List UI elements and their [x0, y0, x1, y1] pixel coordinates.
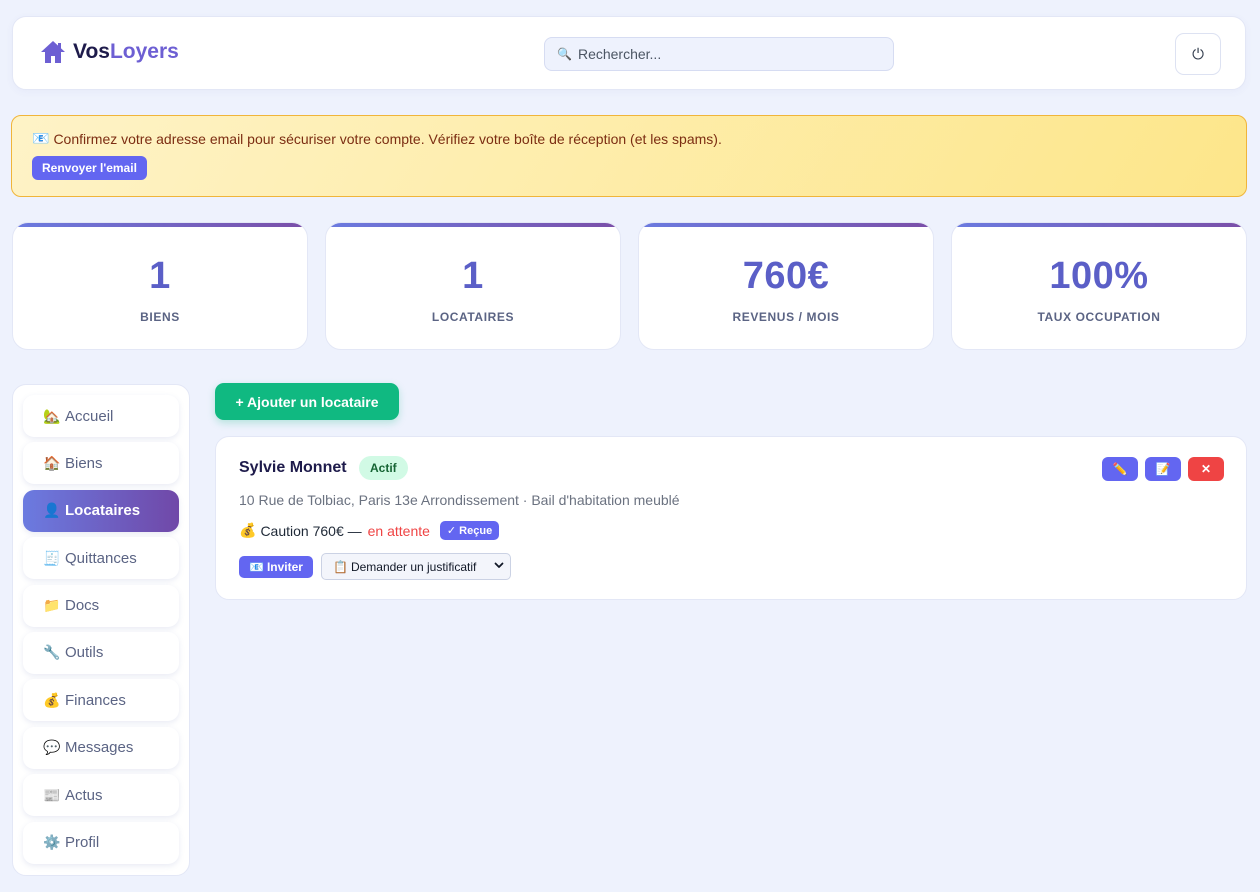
- invite-label: Inviter: [266, 560, 303, 574]
- receipt-icon: 🧾: [43, 549, 61, 566]
- pencil-icon: ✏️: [1112, 462, 1128, 476]
- folder-icon: 📁: [43, 597, 61, 614]
- sidebar-item-label: Quittances: [65, 549, 137, 567]
- gear-icon: ⚙️: [43, 834, 61, 851]
- stat-label: TAUX OCCUPATION: [1037, 310, 1161, 324]
- memo-icon: 📝: [1155, 462, 1171, 476]
- tenant-address: 10 Rue de Tolbiac, Paris 13e Arrondissem…: [239, 492, 680, 508]
- search-box[interactable]: 🔍: [544, 37, 894, 71]
- deposit-text: Caution 760€ —: [260, 522, 362, 539]
- mark-received-button[interactable]: ✓ Reçue: [439, 521, 500, 540]
- request-document-select[interactable]: 📋 Demander un justificatif: [321, 553, 511, 580]
- stat-label: REVENUS / MOIS: [732, 310, 840, 324]
- tenant-actions: ✏️ 📝 ✕: [1102, 457, 1224, 481]
- edit-tenant-button[interactable]: ✏️: [1102, 457, 1138, 481]
- add-tenant-button[interactable]: + Ajouter un locataire: [215, 383, 399, 420]
- email-confirmation-alert: 📧 Confirmez votre adresse email pour séc…: [11, 115, 1247, 197]
- newspaper-icon: 📰: [43, 786, 61, 803]
- search-icon: 🔍: [557, 47, 572, 61]
- chevron-down-icon: [494, 560, 504, 573]
- close-icon: ✕: [1200, 462, 1212, 476]
- top-header: VosLoyers 🔍 ⏻: [12, 16, 1246, 90]
- sidebar-item-finances[interactable]: 💰 Finances: [23, 679, 179, 722]
- logo-text-vos: Vos: [73, 40, 110, 63]
- house-icon: 🏠: [43, 454, 61, 471]
- sidebar-item-profil[interactable]: ⚙️ Profil: [23, 821, 179, 864]
- sidebar-item-label: Outils: [65, 644, 104, 662]
- money-bag-icon: 💰: [43, 691, 61, 708]
- stat-card-taux-occupation: 100% TAUX OCCUPATION: [951, 222, 1247, 350]
- sidebar-item-quittances[interactable]: 🧾 Quittances: [23, 537, 179, 580]
- clipboard-icon: 📋: [333, 559, 348, 574]
- sidebar-item-messages[interactable]: 💬 Messages: [23, 726, 179, 769]
- delete-tenant-button[interactable]: ✕: [1188, 457, 1224, 481]
- house-icon: [39, 39, 67, 65]
- power-icon: ⏻: [1192, 45, 1204, 63]
- sidebar-item-label: Docs: [65, 597, 100, 615]
- sidebar-item-label: Messages: [65, 739, 134, 757]
- resend-email-button[interactable]: Renvoyer l'email: [32, 156, 147, 180]
- stat-value: 1: [149, 255, 171, 297]
- sidebar-item-label: Accueil: [65, 407, 114, 425]
- sidebar-item-actus[interactable]: 📰 Actus: [23, 774, 179, 817]
- sidebar-item-outils[interactable]: 🔧 Outils: [23, 631, 179, 674]
- logout-button[interactable]: ⏻: [1175, 33, 1221, 75]
- alert-message: Confirmez votre adresse email pour sécur…: [53, 130, 722, 147]
- email-icon: 📧: [32, 130, 50, 146]
- stat-value: 760€: [742, 255, 830, 297]
- sidebar-item-label: Profil: [65, 834, 100, 852]
- stat-value: 100%: [1049, 255, 1149, 297]
- money-bag-icon: 💰: [239, 522, 257, 538]
- invite-button[interactable]: 📧 Inviter: [239, 556, 313, 578]
- home-garden-icon: 🏡: [43, 407, 61, 424]
- sidebar-item-label: Actus: [65, 786, 103, 804]
- sidebar-item-label: Biens: [65, 454, 103, 472]
- sidebar-item-docs[interactable]: 📁 Docs: [23, 584, 179, 627]
- deposit-info: 💰 Caution 760€ — en attente ✓ Reçue: [239, 521, 500, 540]
- sidebar-item-label: Finances: [65, 691, 126, 709]
- tenant-name: Sylvie Monnet: [239, 459, 347, 476]
- email-icon: 📧: [249, 560, 264, 574]
- search-input[interactable]: [577, 46, 878, 62]
- request-select-label: Demander un justificatif: [350, 559, 477, 574]
- note-tenant-button[interactable]: 📝: [1145, 457, 1181, 481]
- app-logo[interactable]: Vos Loyers: [39, 39, 179, 65]
- status-badge: Actif: [359, 456, 408, 480]
- stat-card-revenus: 760€ REVENUS / MOIS: [638, 222, 934, 350]
- deposit-status: en attente: [367, 522, 430, 539]
- stat-label: BIENS: [140, 310, 180, 324]
- sidebar-nav: 🏡 Accueil 🏠 Biens 👤 Locataires 🧾 Quittan…: [12, 384, 190, 876]
- sidebar-item-biens[interactable]: 🏠 Biens: [23, 442, 179, 485]
- stat-card-biens: 1 BIENS: [12, 222, 308, 350]
- logo-text-loyers: Loyers: [109, 40, 179, 63]
- sidebar-item-label: Locataires: [65, 502, 141, 520]
- tenant-card: Sylvie Monnet Actif ✏️ 📝 ✕ 10 Rue de Tol…: [215, 436, 1247, 600]
- stat-label: LOCATAIRES: [431, 310, 515, 324]
- stat-value: 1: [462, 255, 484, 297]
- user-icon: 👤: [43, 502, 61, 519]
- stat-card-locataires: 1 LOCATAIRES: [325, 222, 621, 350]
- sidebar-item-locataires[interactable]: 👤 Locataires: [23, 489, 179, 532]
- speech-bubble-icon: 💬: [43, 739, 61, 756]
- wrench-icon: 🔧: [43, 644, 61, 661]
- sidebar-item-accueil[interactable]: 🏡 Accueil: [23, 395, 179, 437]
